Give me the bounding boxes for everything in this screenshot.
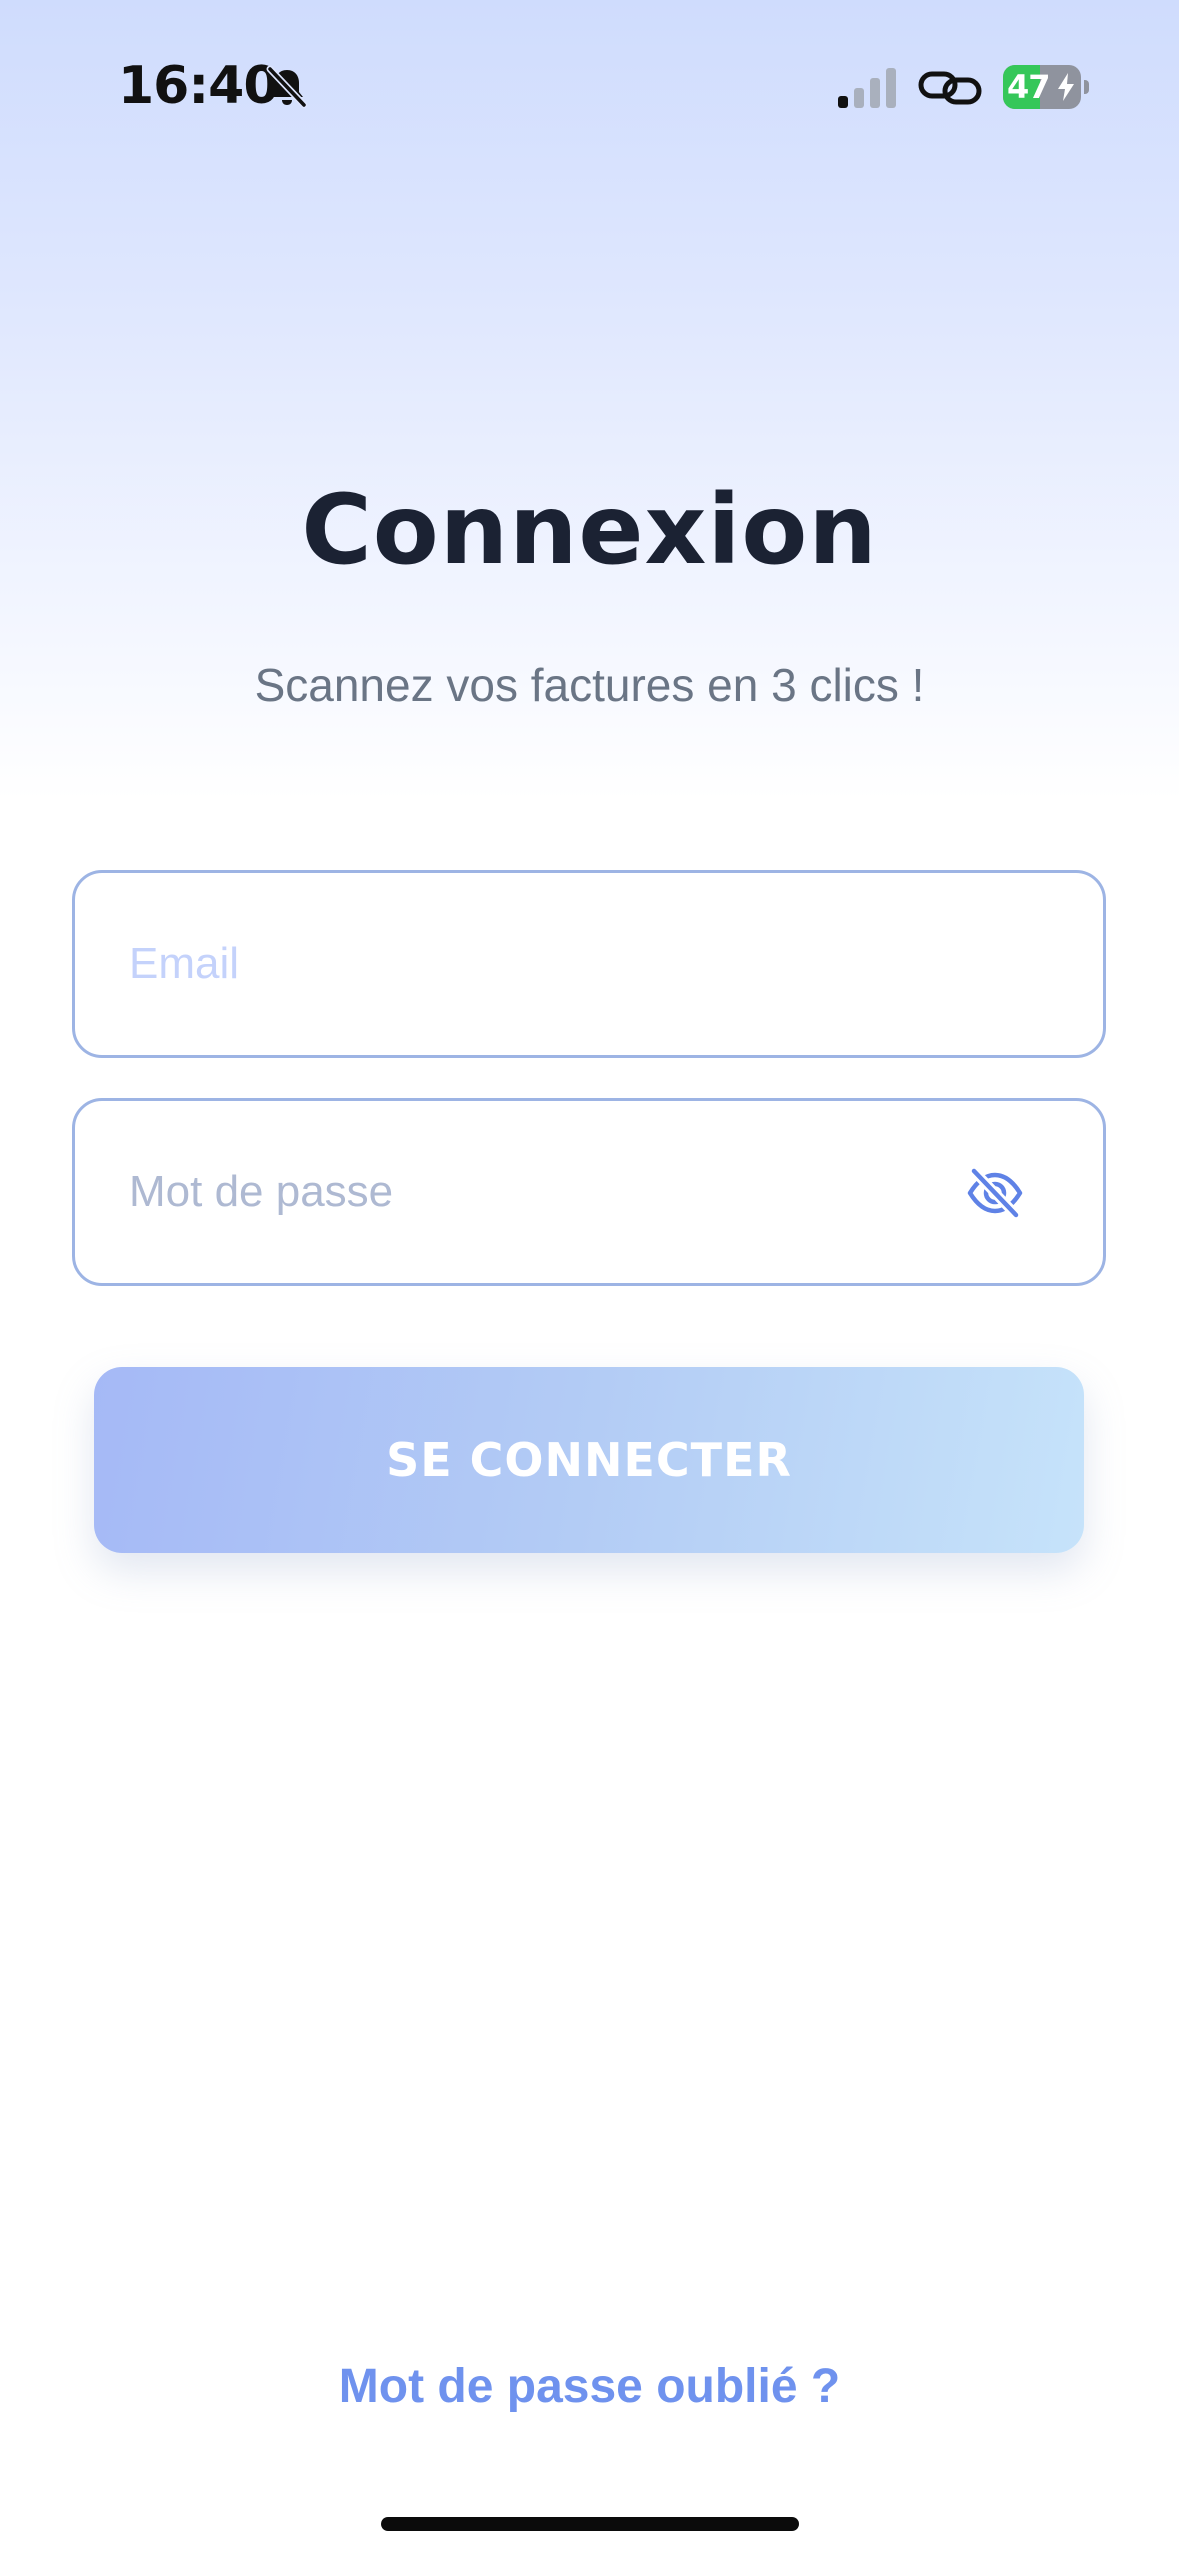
email-field-container[interactable] bbox=[72, 870, 1106, 1058]
page-subtitle: Scannez vos factures en 3 clics ! bbox=[254, 659, 925, 711]
battery-body: 47 bbox=[1003, 65, 1081, 109]
signal-icon bbox=[838, 68, 896, 108]
status-time: 16:40 bbox=[118, 56, 280, 116]
battery-percent: 47 bbox=[1007, 68, 1051, 106]
bell-slash-icon bbox=[266, 65, 308, 109]
battery-icon: 47 bbox=[1003, 65, 1089, 109]
status-bar: 16:40 47 bbox=[0, 0, 1179, 180]
password-input[interactable] bbox=[129, 1101, 1009, 1283]
forgot-password-link[interactable]: Mot de passe oublié ? bbox=[0, 2352, 1179, 2422]
charging-bolt-icon bbox=[1058, 73, 1074, 101]
password-field-container[interactable] bbox=[72, 1098, 1106, 1286]
eye-off-icon[interactable] bbox=[965, 1163, 1025, 1223]
login-button[interactable]: SE CONNECTER bbox=[94, 1367, 1084, 1553]
battery-cap bbox=[1084, 80, 1089, 94]
page-title: Connexion bbox=[301, 474, 878, 586]
link-icon bbox=[918, 71, 982, 105]
home-indicator[interactable] bbox=[381, 2517, 799, 2531]
email-input[interactable] bbox=[129, 873, 1009, 1055]
